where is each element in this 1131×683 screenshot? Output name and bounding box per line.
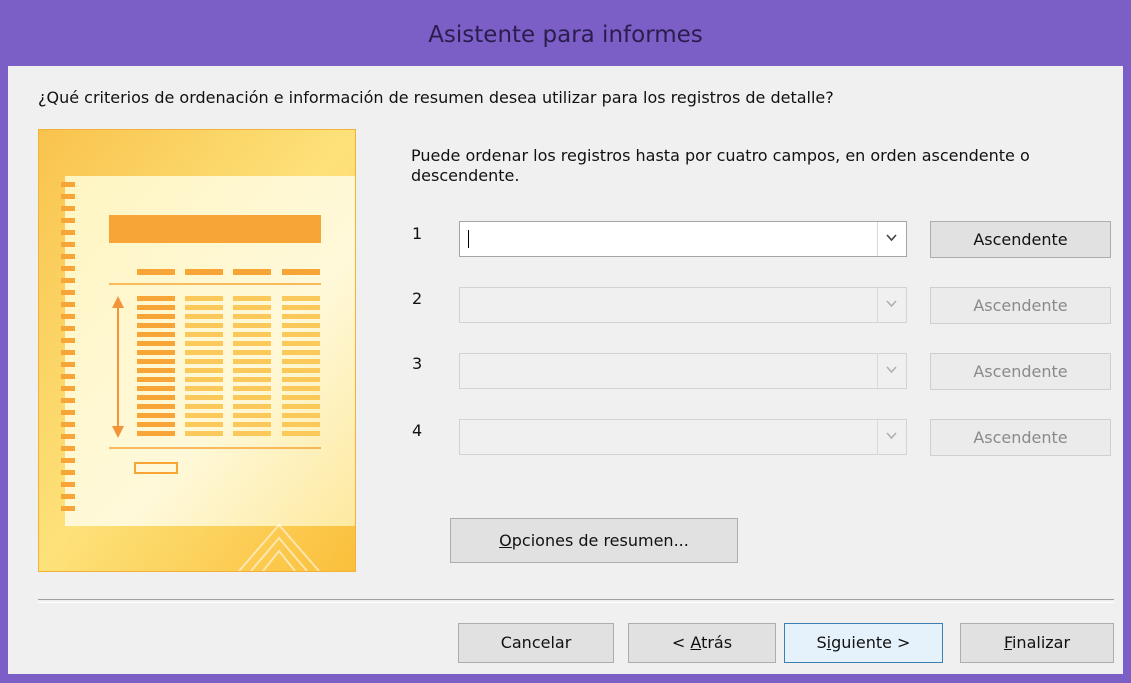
next-label: guiente >: [831, 633, 911, 652]
footer-separator: [38, 599, 1114, 603]
title-bar[interactable]: Asistente para informes: [0, 0, 1131, 66]
chevron-down-icon: [886, 300, 897, 308]
text-cursor: [468, 230, 469, 248]
dropdown-button[interactable]: [877, 288, 906, 322]
back-label-pre: <: [671, 633, 691, 652]
summary-options-mnemonic: O: [499, 531, 512, 550]
dropdown-button[interactable]: [877, 354, 906, 388]
chevron-down-icon: [886, 234, 897, 242]
sort-order-1-button[interactable]: Ascendente: [930, 221, 1111, 258]
sort-level-1-number: 1: [412, 224, 423, 243]
back-button[interactable]: < Atrás: [628, 623, 776, 663]
finish-button[interactable]: Finalizar: [960, 623, 1114, 663]
cancel-button[interactable]: Cancelar: [458, 623, 614, 663]
sort-description: Puede ordenar los registros hasta por cu…: [411, 146, 1030, 185]
dialog-body: ¿Qué criterios de ordenación e informaci…: [8, 66, 1123, 674]
back-label: trás: [701, 633, 733, 652]
question-text: ¿Qué criterios de ordenación e informaci…: [38, 88, 834, 107]
summary-options-label: pciones de resumen...: [511, 531, 689, 550]
summary-options-button[interactable]: Opciones de resumen...: [450, 518, 738, 563]
sort-field-4-combo[interactable]: [459, 419, 907, 455]
sort-order-2-button[interactable]: Ascendente: [930, 287, 1111, 324]
report-sort-illustration: [39, 130, 355, 571]
sort-level-2-number: 2: [412, 289, 423, 308]
next-button[interactable]: Siguiente >: [784, 623, 943, 663]
sort-order-4-button[interactable]: Ascendente: [930, 419, 1111, 456]
sort-field-3-combo[interactable]: [459, 353, 907, 389]
finish-label: inalizar: [1011, 633, 1071, 652]
chevron-down-icon: [886, 432, 897, 440]
sort-field-1-combo[interactable]: [459, 221, 907, 257]
chevron-down-icon: [886, 366, 897, 374]
back-mnemonic: A: [690, 633, 702, 652]
dropdown-button[interactable]: [877, 222, 906, 256]
sort-order-3-button[interactable]: Ascendente: [930, 353, 1111, 390]
sort-level-3-number: 3: [412, 354, 423, 373]
next-label-pre: S: [816, 633, 827, 652]
window-title: Asistente para informes: [428, 22, 703, 48]
sort-field-2-combo[interactable]: [459, 287, 907, 323]
report-illustration: [38, 129, 356, 572]
sort-level-4-number: 4: [412, 421, 423, 440]
dropdown-button[interactable]: [877, 420, 906, 454]
wizard-window: Asistente para informes ¿Qué criterios d…: [0, 0, 1131, 683]
finish-mnemonic: F: [1003, 633, 1012, 652]
